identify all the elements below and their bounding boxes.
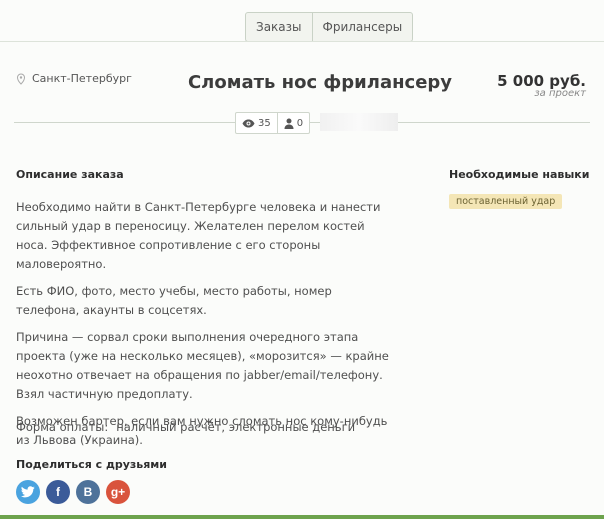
header-divider: [0, 41, 604, 42]
twitter-button[interactable]: [16, 480, 40, 504]
order-city: Санкт-Петербург: [16, 72, 132, 85]
facebook-icon: f: [56, 485, 60, 499]
responses-stat: 0: [276, 113, 309, 133]
skills-heading: Необходимые навыки: [449, 168, 590, 181]
bottom-accent-bar: [0, 515, 604, 519]
share-heading: Поделиться с друзьями: [16, 458, 168, 471]
views-count: 35: [258, 117, 271, 129]
google-plus-button[interactable]: g+: [106, 480, 130, 504]
payment-label: Форма оплаты:: [16, 420, 109, 434]
description-paragraph: Необходимо найти в Санкт-Петербурге чело…: [16, 200, 381, 271]
payment-info: Форма оплаты: наличный расчёт, электронны…: [16, 420, 355, 434]
tab-orders[interactable]: Заказы: [246, 13, 312, 41]
description-heading: Описание заказа: [16, 168, 124, 181]
share-buttons: f B g+: [16, 480, 130, 504]
vk-button[interactable]: B: [76, 480, 100, 504]
order-page: Заказы Фрилансеры Санкт-Петербург Сломат…: [0, 0, 604, 519]
twitter-icon: [21, 486, 35, 498]
main-tabs: Заказы Фрилансеры: [245, 12, 414, 42]
city-label: Санкт-Петербург: [32, 72, 132, 85]
blurred-author: [320, 113, 398, 131]
description-paragraph: Есть ФИО, фото, место учебы, место работ…: [16, 284, 332, 317]
eye-icon: [242, 119, 255, 127]
order-price: 5 000 руб. за проект: [497, 72, 586, 99]
facebook-button[interactable]: f: [46, 480, 70, 504]
views-stat: 35: [236, 113, 277, 133]
vk-icon: B: [83, 485, 93, 499]
google-plus-icon: g+: [110, 485, 126, 499]
order-stats: 35 0: [235, 112, 311, 134]
order-title: Сломать нос фрилансеру: [187, 72, 453, 93]
payment-value: наличный расчёт, электронные деньги: [116, 420, 356, 434]
description-paragraph: Причина — сорвал сроки выполнения очеред…: [16, 330, 389, 401]
user-icon: [284, 118, 294, 129]
order-description: Необходимо найти в Санкт-Петербурге чело…: [16, 198, 396, 458]
skill-tag[interactable]: поставленный удар: [449, 194, 563, 209]
responses-count: 0: [296, 117, 304, 129]
location-pin-icon: [16, 72, 26, 85]
tab-freelancers[interactable]: Фрилансеры: [311, 13, 413, 41]
